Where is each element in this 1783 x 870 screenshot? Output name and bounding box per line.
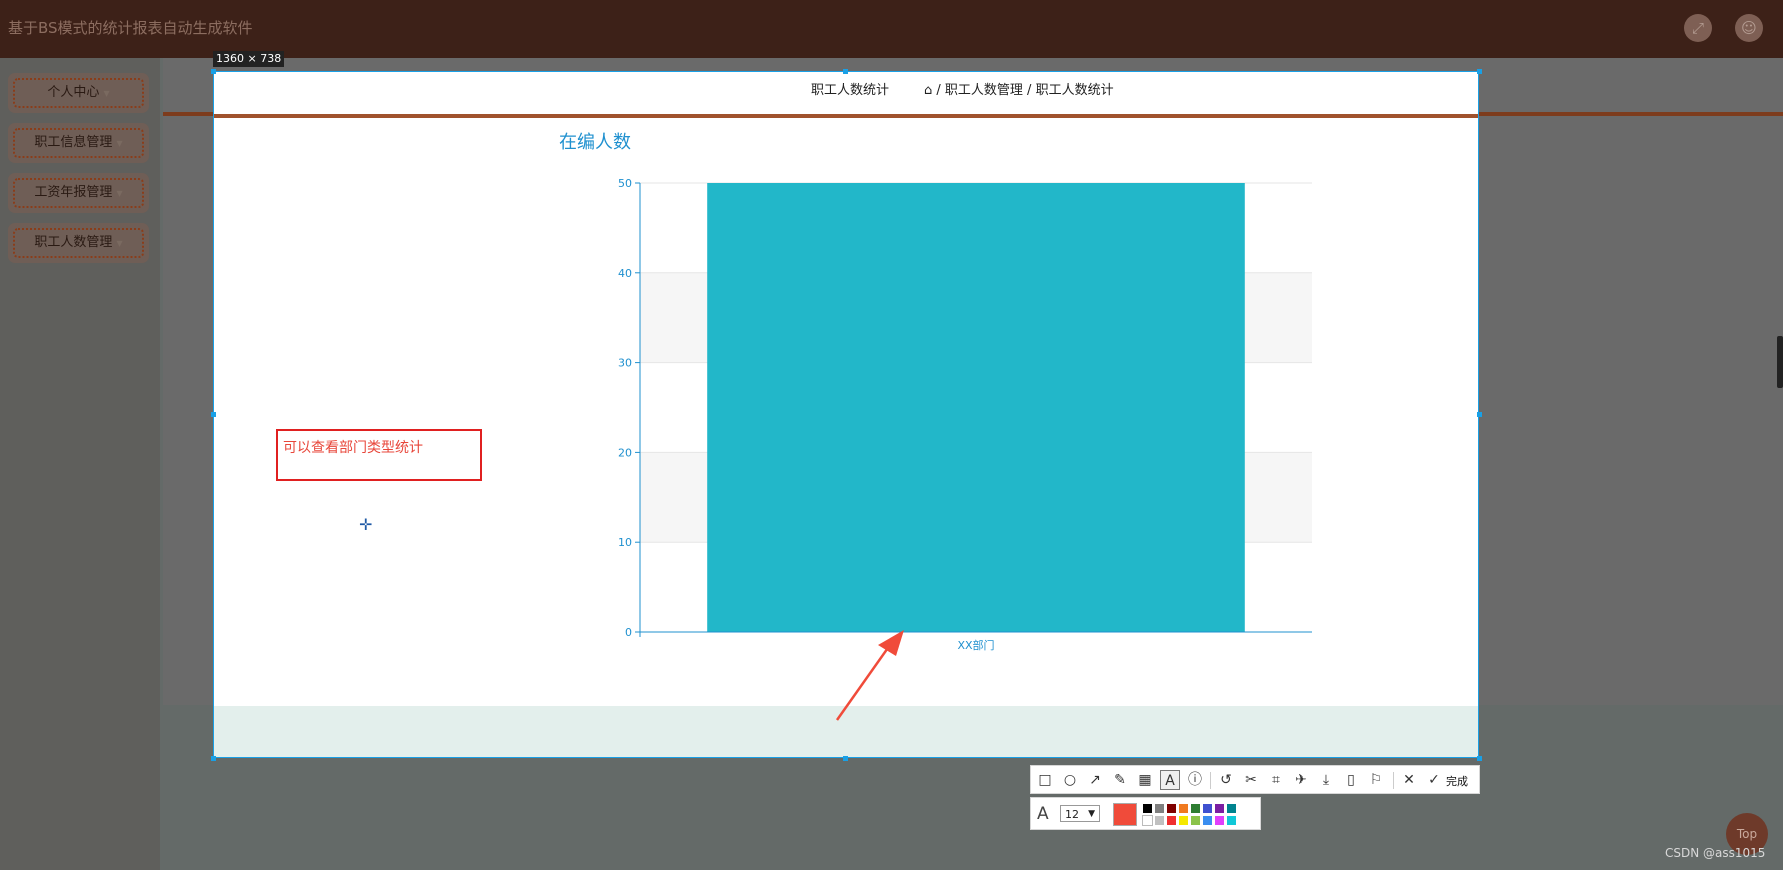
watermark: CSDN @ass1015 <box>1665 846 1766 860</box>
sidebar-item-salary-report[interactable]: 工资年报管理 ▼ <box>8 173 149 213</box>
color-swatch[interactable] <box>1178 803 1189 814</box>
y-tick-label: 40 <box>618 267 632 280</box>
pin-icon[interactable]: ✈ <box>1291 770 1311 790</box>
phone-icon[interactable]: ▯ <box>1341 770 1361 790</box>
font-size-select[interactable]: 12 ▼ <box>1060 805 1100 822</box>
sidebar-item-employee-info[interactable]: 职工信息管理 ▼ <box>8 123 149 163</box>
chevron-down-icon: ▼ <box>116 139 123 148</box>
color-swatch[interactable] <box>1214 815 1225 826</box>
arrow-tool-icon[interactable]: ↗ <box>1085 770 1105 790</box>
sidebar-item-label: 职工人数管理 <box>34 235 113 250</box>
user-avatar-icon[interactable]: ☺ <box>1735 14 1763 42</box>
screenshot-toolbar: □ ○ ↗ ✎ ▦ A ⓘ ↺ ✂ ⌗ ✈ ⤓ ▯ ⚐ ✕ ✓ 完成 <box>1030 765 1480 794</box>
color-swatch[interactable] <box>1154 815 1165 826</box>
pen-tool-icon[interactable]: ✎ <box>1110 770 1130 790</box>
color-swatch[interactable] <box>1142 815 1153 826</box>
bar <box>707 183 1245 632</box>
done-button[interactable]: 完成 <box>1446 773 1468 789</box>
bar-chart: 0 10 20 30 40 50 XX部门 <box>618 177 1312 652</box>
current-color-swatch[interactable] <box>1113 803 1137 826</box>
toolbar-separator <box>1393 772 1394 789</box>
fullscreen-icon[interactable]: ⤢ <box>1684 14 1712 42</box>
resize-handle[interactable] <box>211 412 216 417</box>
annotation-arrow[interactable] <box>830 630 910 725</box>
sidebar-item-personal-center[interactable]: 个人中心 ▼ <box>8 73 149 113</box>
sidebar-item-label: 个人中心 <box>47 85 100 100</box>
chevron-down-icon: ▼ <box>103 89 110 98</box>
cut-icon[interactable]: ✂ <box>1241 770 1261 790</box>
chevron-down-icon: ▼ <box>116 239 123 248</box>
mosaic-tool-icon[interactable]: ▦ <box>1135 770 1155 790</box>
y-tick-label: 10 <box>618 536 632 549</box>
chevron-down-icon: ▼ <box>116 189 123 198</box>
ellipse-tool-icon[interactable]: ○ <box>1060 770 1080 790</box>
resize-handle[interactable] <box>843 69 848 74</box>
color-swatch[interactable] <box>1202 803 1213 814</box>
resize-handle[interactable] <box>211 756 216 761</box>
crosshair-cursor-icon: ✛ <box>359 515 373 534</box>
color-swatch[interactable] <box>1202 815 1213 826</box>
color-swatch[interactable] <box>1166 803 1177 814</box>
color-swatch[interactable] <box>1214 803 1225 814</box>
color-swatch[interactable] <box>1190 815 1201 826</box>
top-bar: 基于BS模式的统计报表自动生成软件 ⤢ ☺ <box>0 0 1783 58</box>
annotation-text: 可以查看部门类型统计 <box>283 440 423 456</box>
color-swatch[interactable] <box>1190 803 1201 814</box>
color-swatch[interactable] <box>1178 815 1189 826</box>
scroll-indicator[interactable] <box>1777 336 1783 388</box>
arrow-head <box>878 630 904 656</box>
resize-handle[interactable] <box>843 756 848 761</box>
x-tick-label: XX部门 <box>957 638 994 652</box>
sidebar-item-label: 职工信息管理 <box>34 135 113 150</box>
crop-icon[interactable]: ⌗ <box>1266 770 1286 790</box>
sidebar-item-headcount[interactable]: 职工人数管理 ▼ <box>8 223 149 263</box>
caret-down-icon: ▼ <box>1088 809 1095 819</box>
text-style-toolbar: A 12 ▼ <box>1030 797 1261 830</box>
text-tool-icon[interactable]: A <box>1160 770 1180 790</box>
undo-icon[interactable]: ↺ <box>1216 770 1236 790</box>
resize-handle[interactable] <box>1477 756 1482 761</box>
rectangle-tool-icon[interactable]: □ <box>1035 770 1055 790</box>
bookmark-icon[interactable]: ⚐ <box>1366 770 1386 790</box>
close-icon[interactable]: ✕ <box>1399 770 1419 790</box>
y-tick-label: 0 <box>625 626 632 639</box>
color-swatch[interactable] <box>1154 803 1165 814</box>
y-tick-label: 30 <box>618 357 632 370</box>
color-swatch[interactable] <box>1226 803 1237 814</box>
y-tick-label: 50 <box>618 177 632 190</box>
sidebar: 个人中心 ▼ 职工信息管理 ▼ 工资年报管理 ▼ 职工人数管理 ▼ <box>0 58 160 870</box>
y-tick-label: 20 <box>618 446 632 459</box>
sidebar-item-label: 工资年报管理 <box>34 185 113 200</box>
resize-handle[interactable] <box>211 69 216 74</box>
color-swatch[interactable] <box>1226 815 1237 826</box>
font-icon: A <box>1037 804 1049 824</box>
resize-handle[interactable] <box>1477 412 1482 417</box>
color-swatch[interactable] <box>1142 803 1153 814</box>
download-icon[interactable]: ⤓ <box>1316 770 1336 790</box>
arrow-shaft <box>835 644 892 721</box>
number-tool-icon[interactable]: ⓘ <box>1185 770 1205 790</box>
annotation-box[interactable]: 可以查看部门类型统计 <box>276 429 482 481</box>
check-icon[interactable]: ✓ <box>1424 770 1444 790</box>
font-size-value: 12 <box>1065 808 1079 821</box>
app-title: 基于BS模式的统计报表自动生成软件 <box>8 19 253 37</box>
selection-size-label: 1360 × 738 <box>213 51 285 67</box>
resize-handle[interactable] <box>1477 69 1482 74</box>
toolbar-separator <box>1210 772 1211 789</box>
color-swatch[interactable] <box>1166 815 1177 826</box>
